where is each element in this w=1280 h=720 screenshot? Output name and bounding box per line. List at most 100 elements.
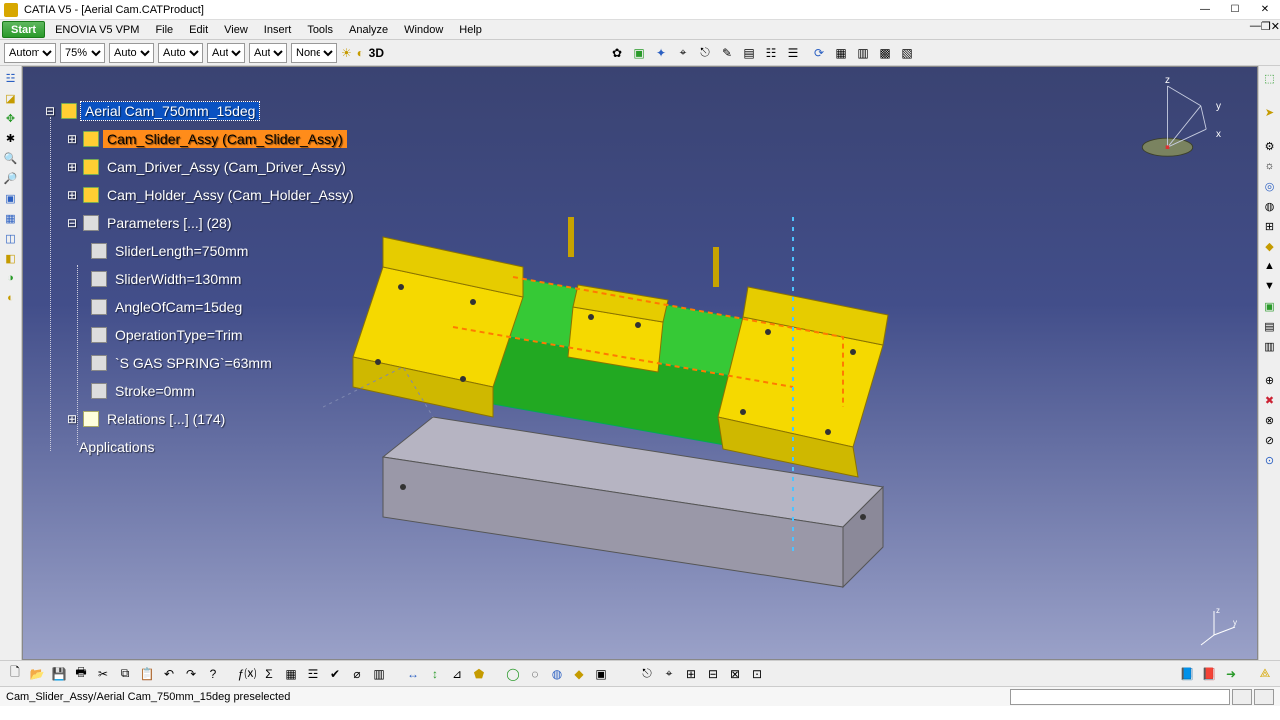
tool-icon[interactable]: ▩: [876, 44, 894, 62]
command-input[interactable]: [1010, 689, 1230, 705]
cube-icon[interactable]: ◪: [3, 90, 19, 106]
status-button-2[interactable]: [1254, 689, 1274, 705]
tool-icon[interactable]: ⊞: [682, 665, 700, 683]
iso-icon[interactable]: ◫: [3, 230, 19, 246]
threeD-button[interactable]: 3D: [369, 44, 384, 62]
move-icon[interactable]: ✥: [3, 110, 19, 126]
render-mode-combo[interactable]: Autom▾: [4, 43, 56, 63]
print-icon[interactable]: 🖶: [72, 665, 90, 683]
measure-icon[interactable]: ↔: [404, 665, 422, 683]
constraint-icon[interactable]: ✱: [3, 130, 19, 146]
tree-root[interactable]: Aerial Cam_750mm_15deg: [81, 102, 259, 120]
menu-help[interactable]: Help: [451, 20, 490, 39]
library-icon[interactable]: 📕: [1200, 665, 1218, 683]
tool-icon[interactable]: ◍: [1262, 198, 1278, 214]
tool-icon[interactable]: ✎: [718, 44, 736, 62]
tool-icon[interactable]: ⊙: [1262, 452, 1278, 468]
redo-icon[interactable]: ↷: [182, 665, 200, 683]
tool-icon[interactable]: ⊟: [704, 665, 722, 683]
param-sliderwidth[interactable]: SliderWidth=130mm: [111, 270, 245, 288]
menu-file[interactable]: File: [147, 20, 181, 39]
aut4-combo[interactable]: Aut: [249, 43, 287, 63]
save-icon[interactable]: 💾: [50, 665, 68, 683]
menu-start[interactable]: Start: [2, 21, 45, 38]
menu-tools[interactable]: Tools: [299, 20, 341, 39]
tool-icon[interactable]: ⬟: [470, 665, 488, 683]
tool-icon[interactable]: ⊞: [1262, 218, 1278, 234]
tool-icon[interactable]: ▣: [1262, 298, 1278, 314]
auto2-combo[interactable]: Auto: [158, 43, 203, 63]
tool-icon[interactable]: ◆: [570, 665, 588, 683]
tool-icon[interactable]: ☷: [762, 44, 780, 62]
auto1-combo[interactable]: Auto: [109, 43, 154, 63]
tool-icon[interactable]: ▣: [592, 665, 610, 683]
zoom-out-icon[interactable]: 🔎: [3, 170, 19, 186]
tree-node-holder[interactable]: Cam_Holder_Assy (Cam_Holder_Assy): [103, 186, 358, 204]
menu-view[interactable]: View: [216, 20, 256, 39]
measure-icon[interactable]: ↕: [426, 665, 444, 683]
tool-icon[interactable]: ⊗: [1262, 412, 1278, 428]
mdi-minimize-button[interactable]: —: [1250, 20, 1261, 39]
tool-icon[interactable]: ⊕: [1262, 372, 1278, 388]
fx-icon[interactable]: ƒ⒳: [238, 665, 256, 683]
tool-icon[interactable]: ⊘: [1262, 432, 1278, 448]
tool-icon[interactable]: ⚙: [1262, 138, 1278, 154]
normal-icon[interactable]: ▦: [3, 210, 19, 226]
aut3-combo[interactable]: Aut: [207, 43, 245, 63]
check-icon[interactable]: ✔: [326, 665, 344, 683]
paste-icon[interactable]: 📋: [138, 665, 156, 683]
open-icon[interactable]: 📂: [28, 665, 46, 683]
hide-icon[interactable]: ◑: [3, 270, 19, 286]
undo-icon[interactable]: ↶: [160, 665, 178, 683]
menu-window[interactable]: Window: [396, 20, 451, 39]
menu-edit[interactable]: Edit: [181, 20, 216, 39]
design-table-icon[interactable]: ▥: [370, 665, 388, 683]
collapse-icon[interactable]: ⊟: [65, 216, 79, 230]
param-gasspring[interactable]: `S GAS SPRING`=63mm: [111, 354, 276, 372]
tool-icon[interactable]: ▦: [832, 44, 850, 62]
tool-icon[interactable]: ⌖: [660, 665, 678, 683]
minimize-button[interactable]: —: [1190, 1, 1220, 19]
tool-icon[interactable]: ⌖: [674, 44, 692, 62]
tool-icon[interactable]: ▤: [740, 44, 758, 62]
sigma-icon[interactable]: Σ: [260, 665, 278, 683]
tool-icon[interactable]: ⊡: [748, 665, 766, 683]
tool-icon[interactable]: ◆: [1262, 238, 1278, 254]
graph-icon[interactable]: ☳: [3, 70, 19, 86]
tool-icon[interactable]: ⊠: [726, 665, 744, 683]
tool-icon[interactable]: ▥: [854, 44, 872, 62]
light-icon[interactable]: ◐: [356, 44, 365, 62]
swap-icon[interactable]: ◐: [3, 290, 19, 306]
law-icon[interactable]: ⌀: [348, 665, 366, 683]
expand-icon[interactable]: ⊞: [65, 160, 79, 174]
specification-tree[interactable]: ⊟ Aerial Cam_750mm_15deg ⊞ Cam_Slider_As…: [43, 97, 358, 461]
table-icon[interactable]: ▦: [282, 665, 300, 683]
tool-icon[interactable]: ▤: [1262, 318, 1278, 334]
param-operation[interactable]: OperationType=Trim: [111, 326, 246, 344]
arrow-icon[interactable]: ➤: [1262, 104, 1278, 120]
param-stroke[interactable]: Stroke=0mm: [111, 382, 199, 400]
status-button-1[interactable]: [1232, 689, 1252, 705]
tree-node-slider[interactable]: Cam_Slider_Assy (Cam_Slider_Assy): [103, 130, 347, 148]
tool-icon[interactable]: ◍: [548, 665, 566, 683]
zoom-combo[interactable]: 75%: [60, 43, 105, 63]
tool-icon[interactable]: ◯: [504, 665, 522, 683]
tool-icon[interactable]: ▧: [898, 44, 916, 62]
param-sliderlength[interactable]: SliderLength=750mm: [111, 242, 252, 260]
tool-icon[interactable]: ➜: [1222, 665, 1240, 683]
tool-icon[interactable]: ☰: [784, 44, 802, 62]
layer-icon[interactable]: ☀: [341, 44, 352, 62]
expand-icon[interactable]: ⊞: [65, 188, 79, 202]
mdi-close-button[interactable]: ✕: [1271, 20, 1280, 39]
tool-icon[interactable]: ▥: [1262, 338, 1278, 354]
close-button[interactable]: ✕: [1250, 1, 1280, 19]
expand-icon[interactable]: ⊞: [65, 132, 79, 146]
tree-node-parameters[interactable]: Parameters [...] (28): [103, 214, 235, 232]
mdi-restore-button[interactable]: ❐: [1261, 20, 1271, 39]
tool-icon[interactable]: ◎: [1262, 178, 1278, 194]
tool-icon[interactable]: ▲: [1262, 258, 1278, 274]
zoom-in-icon[interactable]: 🔍: [3, 150, 19, 166]
rule-icon[interactable]: ☲: [304, 665, 322, 683]
new-icon[interactable]: 🗋: [6, 665, 24, 683]
tool-icon[interactable]: ✦: [652, 44, 670, 62]
